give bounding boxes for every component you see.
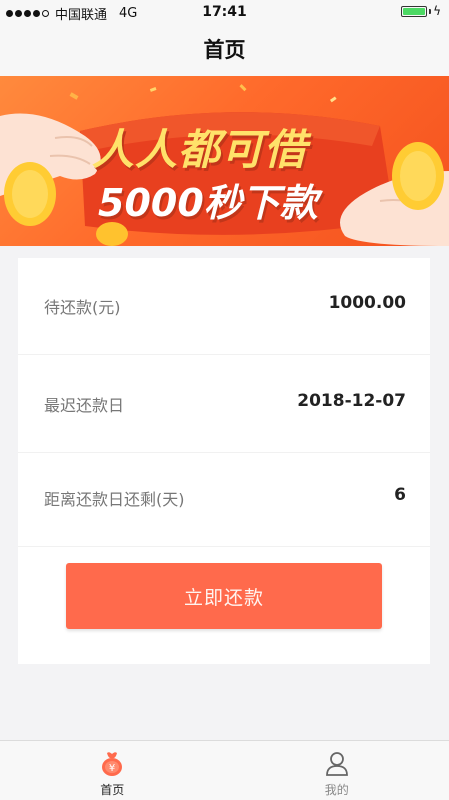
- amount-due-value: 1000.00: [328, 293, 406, 313]
- days-remaining-row: 距离还款日还剩(天) 6: [18, 450, 430, 547]
- due-date-label: 最迟还款日: [44, 396, 125, 415]
- status-bar: 中国联通 4G 17:41 ϟ: [0, 0, 449, 24]
- due-date-value: 2018-12-07: [297, 391, 406, 411]
- repayment-card: 待还款(元) 1000.00 最迟还款日 2018-12-07 距离还款日还剩(…: [18, 258, 430, 664]
- home-money-bag-icon: ¥: [98, 749, 126, 781]
- amount-due-label: 待还款(元): [44, 298, 121, 317]
- banner-headline: 人人都可借: [92, 125, 308, 174]
- battery-level: [403, 7, 426, 15]
- due-date-row: 最迟还款日 2018-12-07: [18, 356, 430, 453]
- battery-icon: [401, 5, 428, 17]
- promo-banner[interactable]: 人人都可借 5000秒下款: [0, 76, 449, 246]
- page-title: 首页: [203, 38, 246, 62]
- repay-now-button[interactable]: 立即还款: [66, 563, 382, 629]
- days-remaining-label: 距离还款日还剩(天): [44, 490, 185, 509]
- battery-cap: [429, 8, 432, 14]
- navigation-bar: 首页: [0, 24, 449, 76]
- tab-home-label: 首页: [100, 783, 125, 797]
- tab-home[interactable]: ¥ 首页: [0, 741, 225, 800]
- tab-bar: ¥ 首页 我的: [0, 740, 449, 800]
- status-time: 17:41: [202, 4, 247, 20]
- user-profile-icon: [323, 749, 351, 781]
- amount-due-row: 待还款(元) 1000.00: [18, 258, 430, 355]
- tab-profile-label: 我的: [324, 783, 349, 797]
- svg-text:¥: ¥: [109, 763, 115, 774]
- status-right: ϟ: [401, 5, 441, 17]
- charging-bolt-icon: ϟ: [433, 4, 441, 18]
- banner-subheadline: 5000秒下款: [98, 181, 318, 225]
- app-screen: 中国联通 4G 17:41 ϟ 首页 人人都可借 5000秒下款 待还款(元) …: [0, 0, 449, 800]
- tab-profile[interactable]: 我的: [225, 741, 449, 800]
- days-remaining-value: 6: [394, 485, 406, 505]
